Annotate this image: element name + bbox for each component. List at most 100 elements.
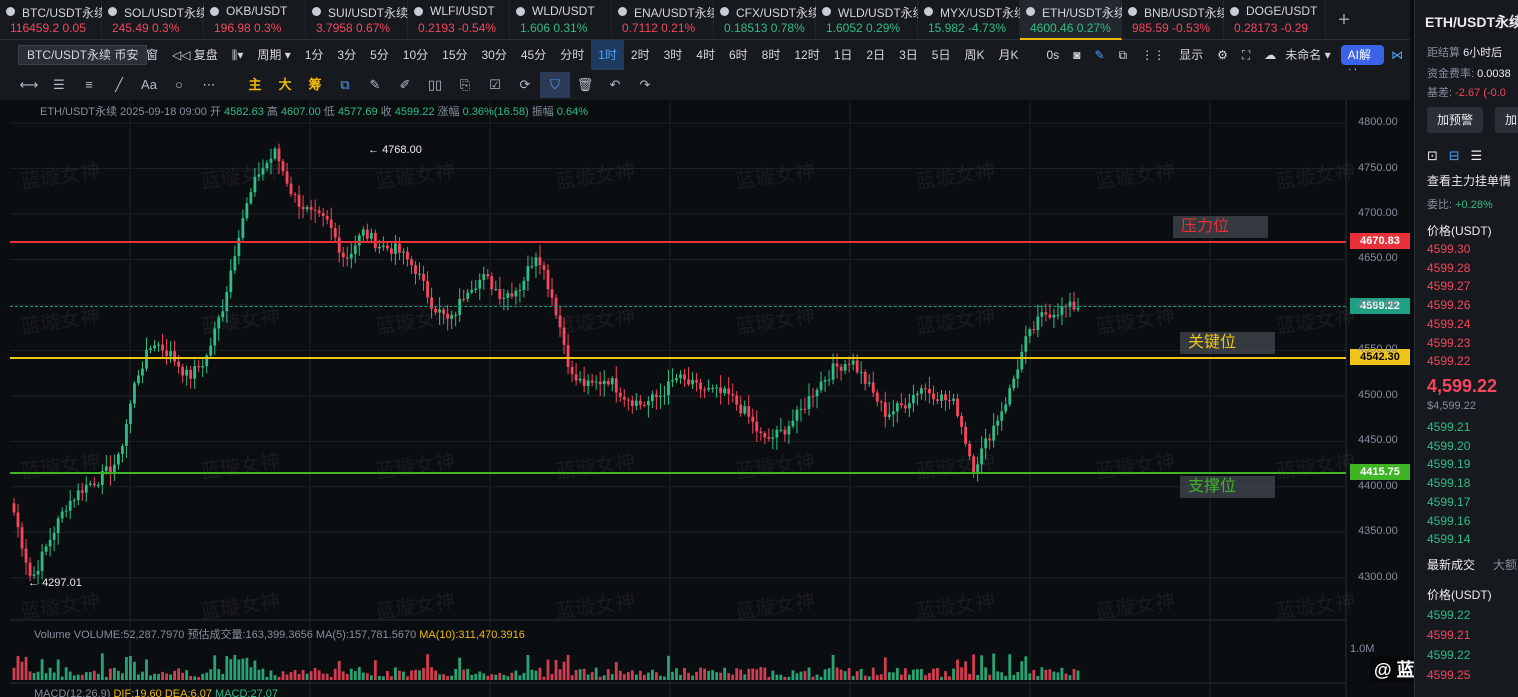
- interval-button[interactable]: 分时: [553, 40, 591, 70]
- interval-button[interactable]: 4时: [689, 40, 722, 70]
- camera-icon[interactable]: ◙: [1066, 40, 1087, 70]
- unnamed-layout-dropdown[interactable]: 未命名 ▾: [1283, 40, 1332, 70]
- interval-button[interactable]: 1时: [591, 40, 624, 70]
- cloud-icon[interactable]: ☁: [1257, 40, 1283, 70]
- chart-tool-icon[interactable]: ↶: [600, 72, 630, 98]
- big-order-button[interactable]: 大: [270, 72, 300, 98]
- ask-price[interactable]: 4599.23: [1427, 336, 1470, 350]
- symbol-tab[interactable]: WLFI/USDT 0.2193 -0.54%: [408, 0, 510, 40]
- ohlc-symbol: ETH/USDT永续: [40, 106, 117, 118]
- symbol-tab[interactable]: ETH/USDT永续 4600.46 0.27%: [1020, 0, 1122, 40]
- chart-tool-icon[interactable]: ⧉: [330, 72, 360, 98]
- interval-button[interactable]: 10分: [396, 40, 435, 70]
- resistance-line[interactable]: [10, 240, 1346, 243]
- candle-body: [655, 394, 658, 398]
- interval-button[interactable]: 2时: [624, 40, 657, 70]
- orders-title[interactable]: 查看主力挂单情: [1427, 172, 1511, 189]
- layout-icon[interactable]: ⋮⋮: [1134, 40, 1172, 70]
- bid-price[interactable]: 4599.21: [1427, 420, 1470, 434]
- drawing-tool-icon[interactable]: ☰: [44, 72, 74, 98]
- support-line[interactable]: [10, 472, 1346, 475]
- display-button[interactable]: 显示: [1172, 40, 1210, 70]
- add-alert-button[interactable]: 加预警: [1427, 107, 1484, 133]
- volume-bar: [313, 668, 317, 680]
- share-icon[interactable]: ⋈: [1384, 40, 1410, 70]
- interval-button[interactable]: 6时: [722, 40, 755, 70]
- bid-price[interactable]: 4599.19: [1427, 457, 1470, 471]
- settings-icon[interactable]: ⚙: [1210, 40, 1235, 70]
- chart-area[interactable]: ETH/USDT永续 2025-09-18 09:00 开 4582.63 高 …: [10, 100, 1473, 697]
- add-watch-button[interactable]: 加自: [1495, 107, 1518, 133]
- interval-button[interactable]: 月K: [991, 40, 1025, 70]
- ai-interpret-button[interactable]: AI解读: [1340, 45, 1384, 82]
- bid-price[interactable]: 4599.20: [1427, 439, 1470, 453]
- volume-bar: [257, 669, 261, 680]
- drawing-tool-icon[interactable]: ⋯: [194, 72, 224, 98]
- trades-tab[interactable]: 最新成交: [1427, 556, 1475, 573]
- interval-button[interactable]: 8时: [755, 40, 788, 70]
- interval-button[interactable]: 3分: [330, 40, 363, 70]
- interval-button[interactable]: 3日: [892, 40, 925, 70]
- interval-button[interactable]: 2日: [859, 40, 892, 70]
- drawing-tool-icon[interactable]: ○: [164, 72, 194, 98]
- drawing-tool-icon[interactable]: Aa: [134, 72, 164, 98]
- symbol-tab[interactable]: WLD/USDT永续 1.6052 0.29%: [816, 0, 918, 40]
- replay-button[interactable]: ◁◁ 复盘: [165, 40, 225, 70]
- chart-tool-icon[interactable]: ▯▯: [420, 72, 450, 98]
- ask-price[interactable]: 4599.30: [1427, 242, 1470, 256]
- add-tab-button[interactable]: +: [1326, 0, 1362, 40]
- external-icon[interactable]: ⧉: [1112, 40, 1135, 70]
- interval-button[interactable]: 5日: [925, 40, 958, 70]
- key-level-line[interactable]: [10, 357, 1346, 360]
- pencil-icon[interactable]: ✎: [1087, 40, 1111, 70]
- ask-price[interactable]: 4599.28: [1427, 261, 1470, 275]
- drawing-tool-icon[interactable]: ⟷: [14, 72, 44, 98]
- main-force-button[interactable]: 主: [240, 72, 270, 98]
- chart-tool-icon[interactable]: ⎘: [450, 72, 480, 98]
- bid-price[interactable]: 4599.17: [1427, 495, 1470, 509]
- symbol-tab[interactable]: CFX/USDT永续 0.18513 0.78%: [714, 0, 816, 40]
- symbol-tab[interactable]: WLD/USDT 1.606 0.31%: [510, 0, 612, 40]
- bid-price[interactable]: 4599.18: [1427, 476, 1470, 490]
- chart-tool-icon[interactable]: ↷: [630, 72, 660, 98]
- bid-price[interactable]: 4599.14: [1427, 532, 1470, 546]
- interval-button[interactable]: 周K: [957, 40, 991, 70]
- symbol-tab[interactable]: DOGE/USDT 0.28173 -0.29: [1224, 0, 1326, 40]
- symbol-tab[interactable]: BTC/USDT永续 116459.2 0.05: [0, 0, 102, 40]
- chart-tool-icon[interactable]: 🗑: [570, 72, 600, 98]
- interval-button[interactable]: 12时: [787, 40, 826, 70]
- interval-button[interactable]: 1分: [298, 40, 331, 70]
- chip-button[interactable]: 筹: [300, 72, 330, 98]
- symbol-tab[interactable]: SOL/USDT永续 245.49 0.3%: [102, 0, 204, 40]
- ask-price[interactable]: 4599.27: [1427, 279, 1470, 293]
- symbol-tab[interactable]: ENA/USDT永续 0.7112 0.21%: [612, 0, 714, 40]
- interval-button[interactable]: 5分: [363, 40, 396, 70]
- ask-price[interactable]: 4599.24: [1427, 317, 1470, 331]
- chart-tool-icon[interactable]: ✐: [390, 72, 420, 98]
- symbol-tab[interactable]: BNB/USDT永续 985.59 -0.53%: [1122, 0, 1224, 40]
- chart-tool-icon[interactable]: ⟳: [510, 72, 540, 98]
- interval-button[interactable]: 3时: [657, 40, 690, 70]
- symbol-tab[interactable]: SUI/USDT永续 3.7958 0.67%: [306, 0, 408, 40]
- chart-tool-icon[interactable]: ☑: [480, 72, 510, 98]
- bid-price[interactable]: 4599.16: [1427, 514, 1470, 528]
- indicator-icon[interactable]: ⫼▾: [225, 40, 251, 70]
- drawing-tool-icon[interactable]: ≡: [74, 72, 104, 98]
- ask-price[interactable]: 4599.22: [1427, 354, 1470, 368]
- drawing-tool-icon[interactable]: ╱: [104, 72, 134, 98]
- interval-button[interactable]: 45分: [514, 40, 553, 70]
- volume-bar: [141, 671, 144, 680]
- period-dropdown[interactable]: 周期 ▾: [250, 40, 297, 70]
- symbol-tab[interactable]: MYX/USDT永续 15.982 -4.73%: [918, 0, 1020, 40]
- interval-button[interactable]: 1日: [827, 40, 860, 70]
- chart-tool-icon[interactable]: ✎: [360, 72, 390, 98]
- ask-price[interactable]: 4599.26: [1427, 298, 1470, 312]
- symbol-tab[interactable]: OKB/USDT 196.98 0.3%: [204, 0, 306, 40]
- volume-bar: [325, 673, 329, 680]
- fullscreen-icon[interactable]: ⛶: [1235, 40, 1257, 70]
- interval-button[interactable]: 15分: [435, 40, 474, 70]
- big-trades-tab[interactable]: 大额: [1493, 556, 1517, 573]
- interval-button[interactable]: 30分: [475, 40, 514, 70]
- chart-tool-icon[interactable]: ⛉: [540, 72, 570, 98]
- orderbook-view-icons[interactable]: ⊡ ⊟ ☰: [1427, 148, 1482, 164]
